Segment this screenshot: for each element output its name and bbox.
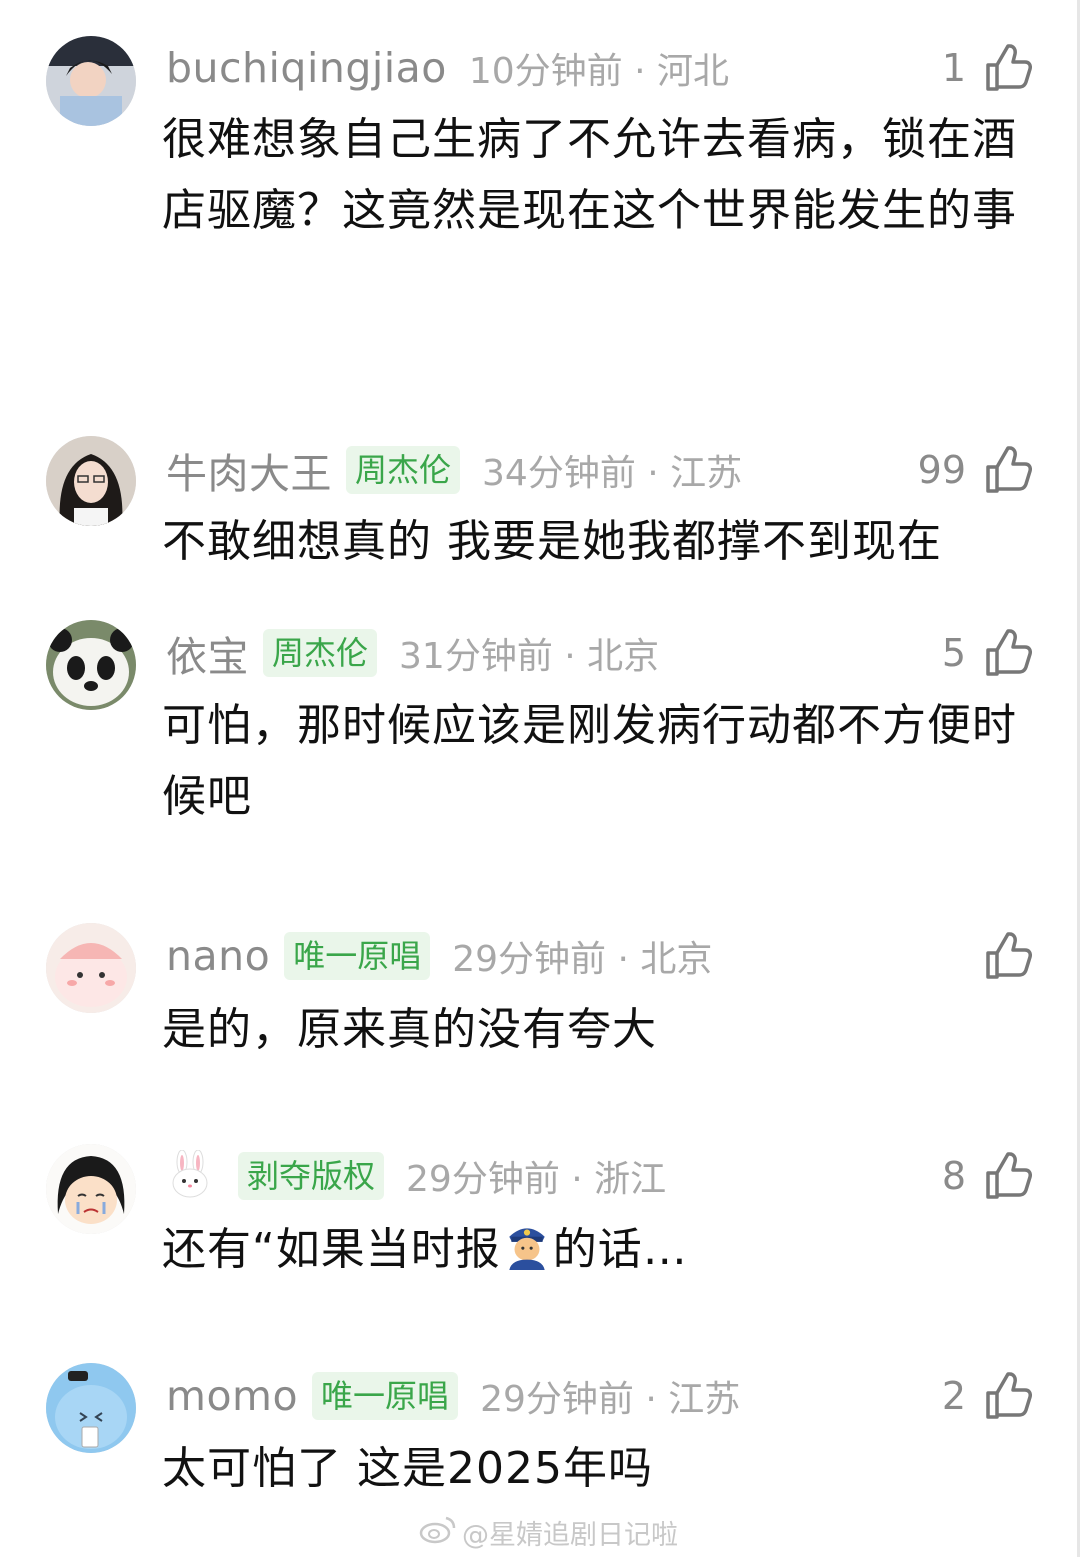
time-location: 29分钟前 · 浙江 [406, 1159, 667, 1200]
comment-meta: 剥夺版权 29分钟前 · 浙江 [166, 1146, 666, 1206]
avatar[interactable] [46, 436, 136, 526]
avatar[interactable] [46, 1363, 136, 1453]
comment-meta: 依宝 周杰伦 31分钟前 · 北京 [166, 623, 659, 683]
thumbs-up-icon[interactable] [984, 1371, 1032, 1421]
comment-meta: 牛肉大王 周杰伦 34分钟前 · 江苏 [166, 440, 742, 500]
comment-text-before: 还有“如果当时报 [162, 1224, 501, 1275]
avatar[interactable] [46, 620, 136, 710]
rabbit-emoji [166, 1149, 214, 1202]
like-count: 2 [941, 1374, 966, 1418]
comment-text: 太可怕了 这是2025年吗 [162, 1443, 653, 1494]
fan-badge[interactable]: 周杰伦 [346, 446, 461, 494]
like-group[interactable]: 1 [942, 38, 1032, 98]
avatar[interactable] [46, 923, 136, 1013]
time-location: 31分钟前 · 北京 [399, 636, 660, 677]
time-location: 29分钟前 · 江苏 [480, 1379, 741, 1420]
like-count: 5 [941, 631, 966, 675]
time-location: 34分钟前 · 江苏 [482, 453, 743, 494]
username[interactable]: nano [166, 932, 270, 980]
thumbs-up-icon[interactable] [984, 931, 1032, 981]
comment-text-after: 的话… [552, 1224, 688, 1275]
like-count: 99 [917, 448, 966, 492]
fan-badge[interactable]: 周杰伦 [263, 629, 378, 677]
like-count: 8 [941, 1154, 966, 1198]
comment-meta: buchiqingjiao 10分钟前 · 河北 [166, 38, 729, 98]
watermark: @星婧追剧日记啦 [418, 1512, 678, 1552]
username[interactable]: 依宝 [166, 623, 249, 683]
like-group[interactable]: 99 [918, 440, 1032, 500]
username[interactable]: buchiqingjiao [166, 44, 447, 92]
thumbs-up-icon[interactable] [984, 43, 1032, 93]
comment-text: 是的，原来真的没有夸大 [162, 1004, 657, 1055]
thumbs-up-icon[interactable] [984, 1151, 1032, 1201]
like-count: 1 [941, 46, 966, 90]
avatar[interactable] [46, 1144, 136, 1234]
like-group[interactable]: 8 [942, 1146, 1032, 1206]
comment-text: 不敢细想真的 我要是她我都撑不到现在 [162, 516, 942, 567]
comment-text: 可怕，那时候应该是刚发病行动都不方便时候吧 [162, 700, 1017, 822]
weibo-logo-icon [418, 1514, 462, 1551]
thumbs-up-icon[interactable] [984, 445, 1032, 495]
comment-text: 很难想象自己生病了不允许去看病，锁在酒店驱魔？这竟然是现在这个世界能发生的事 [162, 114, 1017, 236]
like-group[interactable]: 2 [942, 1366, 1032, 1426]
username[interactable]: momo [166, 1372, 298, 1420]
comment-meta: nano 唯一原唱 29分钟前 · 北京 [166, 926, 712, 986]
comment-text: 还有“如果当时报 的话… [162, 1214, 1042, 1291]
police-officer-emoji [501, 1218, 553, 1291]
comment-meta: momo 唯一原唱 29分钟前 · 江苏 [166, 1366, 740, 1426]
like-group[interactable] [984, 926, 1032, 986]
like-group[interactable]: 5 [942, 623, 1032, 683]
fan-badge[interactable]: 剥夺版权 [238, 1152, 385, 1200]
time-location: 10分钟前 · 河北 [468, 51, 729, 92]
fan-badge[interactable]: 唯一原唱 [284, 932, 431, 980]
thumbs-up-icon[interactable] [984, 628, 1032, 678]
username[interactable]: 牛肉大王 [166, 440, 332, 500]
watermark-text: @星婧追剧日记啦 [462, 1519, 678, 1551]
avatar[interactable] [46, 36, 136, 126]
fan-badge[interactable]: 唯一原唱 [312, 1372, 459, 1420]
time-location: 29分钟前 · 北京 [452, 939, 713, 980]
